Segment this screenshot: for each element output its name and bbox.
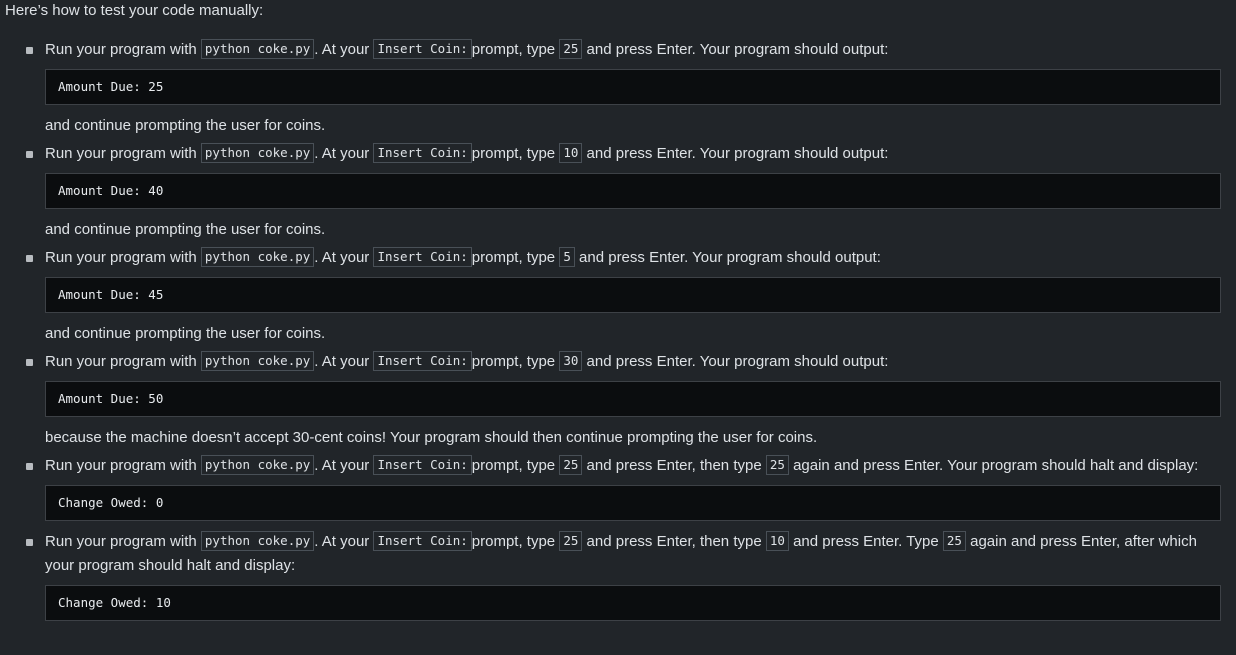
step-followup: and continue prompting the user for coin… [45, 117, 326, 134]
list-item: Run your program with python coke.py. At… [0, 530, 1236, 621]
step-instruction: Run your program with python coke.py. At… [45, 531, 1197, 574]
inline-code: Insert Coin: [373, 351, 472, 371]
inline-code: python coke.py [200, 531, 315, 551]
output-code-block: Change Owed: 10 [45, 585, 1221, 621]
inline-code: python coke.py [200, 455, 315, 475]
inline-code: Insert Coin: [373, 143, 472, 163]
step-followup: and continue prompting the user for coin… [45, 325, 326, 342]
inline-code: 30 [559, 351, 583, 371]
inline-code: python coke.py [200, 143, 315, 163]
output-code-block: Change Owed: 0 [45, 485, 1221, 521]
output-code-block: Amount Due: 25 [45, 69, 1221, 105]
square-bullet-icon [26, 539, 33, 546]
square-bullet-icon [26, 151, 33, 158]
square-bullet-icon [26, 47, 33, 54]
output-code-block: Amount Due: 45 [45, 277, 1221, 313]
list-item: Run your program with python coke.py. At… [0, 454, 1236, 521]
square-bullet-icon [26, 463, 33, 470]
step-instruction: Run your program with python coke.py. At… [45, 143, 889, 163]
step-instruction: Run your program with python coke.py. At… [45, 455, 1199, 475]
inline-code: 25 [765, 455, 789, 475]
step-instruction: Run your program with python coke.py. At… [45, 247, 881, 267]
step-followup: because the machine doesn’t accept 30-ce… [45, 429, 818, 446]
test-steps-list: Run your program with python coke.py. At… [0, 38, 1236, 630]
square-bullet-icon [26, 255, 33, 262]
list-item: Run your program with python coke.py. At… [0, 246, 1236, 346]
inline-code: 25 [559, 531, 583, 551]
list-item: Run your program with python coke.py. At… [0, 142, 1236, 242]
output-code-block: Amount Due: 50 [45, 381, 1221, 417]
list-item: Run your program with python coke.py. At… [0, 38, 1236, 138]
inline-code: Insert Coin: [373, 39, 472, 59]
intro-text: Here’s how to test your code manually: [5, 2, 264, 19]
step-instruction: Run your program with python coke.py. At… [45, 39, 889, 59]
inline-code: Insert Coin: [373, 531, 472, 551]
inline-code: python coke.py [200, 39, 315, 59]
step-followup: and continue prompting the user for coin… [45, 221, 326, 238]
inline-code: 25 [942, 531, 966, 551]
inline-code: 10 [765, 531, 789, 551]
inline-code: 5 [559, 247, 575, 267]
inline-code: 25 [559, 39, 583, 59]
inline-code: Insert Coin: [373, 247, 472, 267]
list-item: Run your program with python coke.py. At… [0, 350, 1236, 450]
inline-code: Insert Coin: [373, 455, 472, 475]
inline-code: python coke.py [200, 351, 315, 371]
inline-code: 10 [559, 143, 583, 163]
inline-code: 25 [559, 455, 583, 475]
inline-code: python coke.py [200, 247, 315, 267]
step-instruction: Run your program with python coke.py. At… [45, 351, 889, 371]
square-bullet-icon [26, 359, 33, 366]
output-code-block: Amount Due: 40 [45, 173, 1221, 209]
